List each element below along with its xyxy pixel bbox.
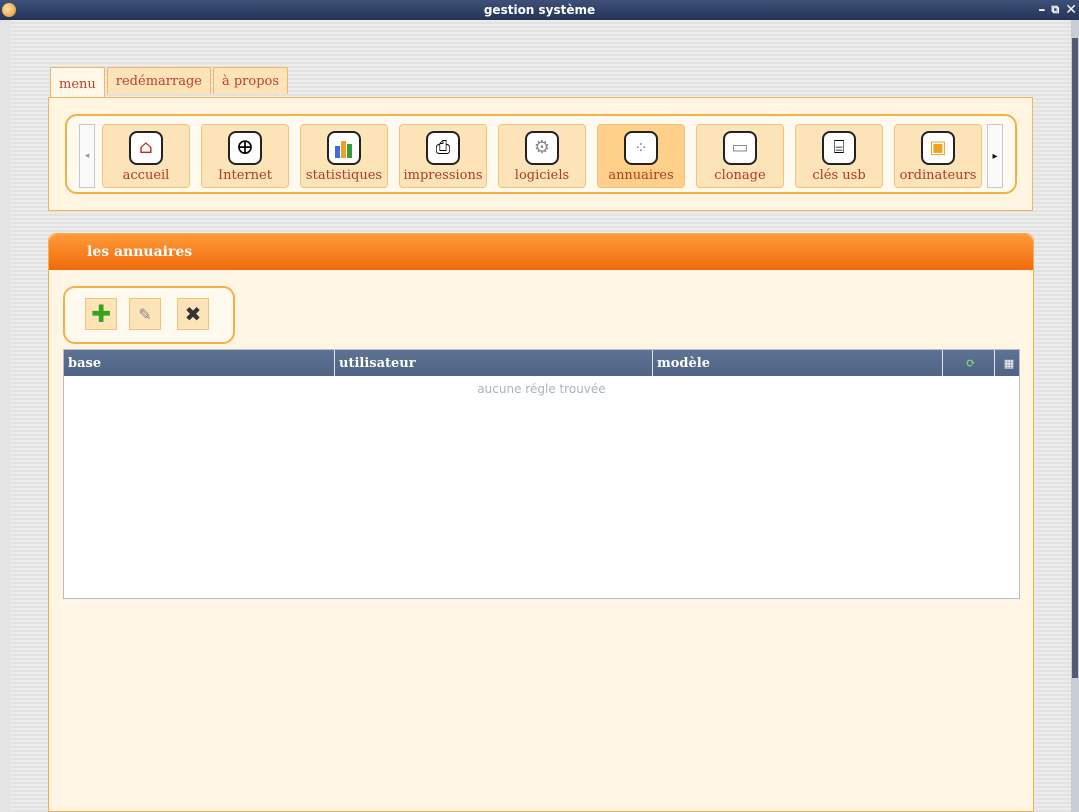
menu-item-label: accueil [122,168,170,183]
menu-item-label: Internet [218,168,272,183]
home-icon: ⌂ [129,131,163,165]
usb-key-icon: ⌸ [822,131,856,165]
menu-toolbar: ◂ ⌂ accueil ⊕ Internet statistiques ⎙ im… [65,114,1017,194]
plus-icon: ✚ [90,300,112,328]
vertical-scrollbar[interactable] [1071,20,1079,812]
grid-header: base utilisateur modèle ⟳ ▦ [64,350,1019,376]
menu-item-impressions[interactable]: ⎙ impressions [399,124,487,188]
edit-button[interactable]: ✎ [129,298,161,330]
menu-item-label: impressions [403,168,483,183]
restore-icon[interactable]: ⧉ [1051,0,1059,20]
app-logo-icon [2,3,16,17]
empty-message: aucune régle trouvée [477,382,606,396]
disk-icon: ▭ [723,131,757,165]
bar-chart-graphic [335,141,352,158]
column-header-utilisateur[interactable]: utilisateur [335,350,653,376]
tab-a-propos-label: à propos [221,73,280,89]
chevron-right-icon: ▸ [992,150,998,162]
column-label: utilisateur [339,355,416,371]
add-button[interactable]: ✚ [85,298,117,330]
globe-icon: ⊕ [228,131,262,165]
menu-item-label: clonage [714,168,766,183]
actions-toolbar: ✚ ✎ ✖ [63,286,235,344]
scrollbar-thumb[interactable] [1072,38,1078,678]
menu-panel: ◂ ⌂ accueil ⊕ Internet statistiques ⎙ im… [48,97,1033,211]
minimize-icon[interactable]: – [1038,0,1045,20]
column-label: base [68,355,102,371]
refresh-button[interactable]: ⟳ [943,350,995,376]
close-icon[interactable]: ✕ [1065,0,1077,20]
menu-item-logiciels[interactable]: ⚙ logiciels [498,124,586,188]
menu-item-label: ordinateurs [899,168,977,183]
refresh-icon: ⟳ [965,356,976,370]
annuaires-panel: les annuaires ✚ ✎ ✖ base utilisateur mod… [48,233,1034,812]
delete-button[interactable]: ✖ [177,298,209,330]
menu-item-label: annuaires [608,168,674,183]
columns-menu-button[interactable]: ▦ [995,350,1019,376]
tab-menu[interactable]: menu [50,67,105,100]
menu-item-cles-usb[interactable]: ⌸ clés usb [795,124,883,188]
column-header-modele[interactable]: modèle [653,350,943,376]
tab-a-propos[interactable]: à propos [212,67,289,94]
delete-x-icon: ✖ [184,302,202,326]
printer-icon: ⎙ [426,131,460,165]
menu-item-label: logiciels [514,168,570,183]
gear-icon: ⚙ [525,131,559,165]
tab-redemarrage-label: redémarrage [115,73,202,89]
column-header-base[interactable]: base [64,350,335,376]
column-label: modèle [657,355,710,371]
scroll-right-button[interactable]: ▸ [987,124,1003,188]
menu-item-label: clés usb [812,168,866,183]
columns-icon: ▦ [1003,356,1015,370]
bar-chart-icon [327,131,361,165]
monitor-icon: ▣ [921,131,955,165]
scroll-left-button[interactable]: ◂ [79,124,95,188]
rules-grid: base utilisateur modèle ⟳ ▦ aucune régle… [63,349,1020,599]
menu-item-internet[interactable]: ⊕ Internet [201,124,289,188]
panel-title: les annuaires [87,244,193,260]
tab-menu-label: menu [59,76,96,92]
menu-item-accueil[interactable]: ⌂ accueil [102,124,190,188]
menu-item-clonage[interactable]: ▭ clonage [696,124,784,188]
menu-item-annuaires[interactable]: ⁘ annuaires [597,124,685,188]
menu-item-statistiques[interactable]: statistiques [300,124,388,188]
chevron-left-icon: ◂ [84,151,90,161]
menu-item-label: statistiques [305,168,383,183]
tab-redemarrage[interactable]: redémarrage [106,67,211,94]
window-titlebar: gestion système – ⧉ ✕ [0,0,1079,20]
pencil-icon: ✎ [138,304,152,324]
tab-bar: menu redémarrage à propos [50,67,289,100]
panel-header: les annuaires [49,234,1033,270]
menu-item-ordinateurs[interactable]: ▣ ordinateurs [894,124,982,188]
window-title: gestion système [483,3,596,17]
network-icon: ⁘ [624,131,658,165]
